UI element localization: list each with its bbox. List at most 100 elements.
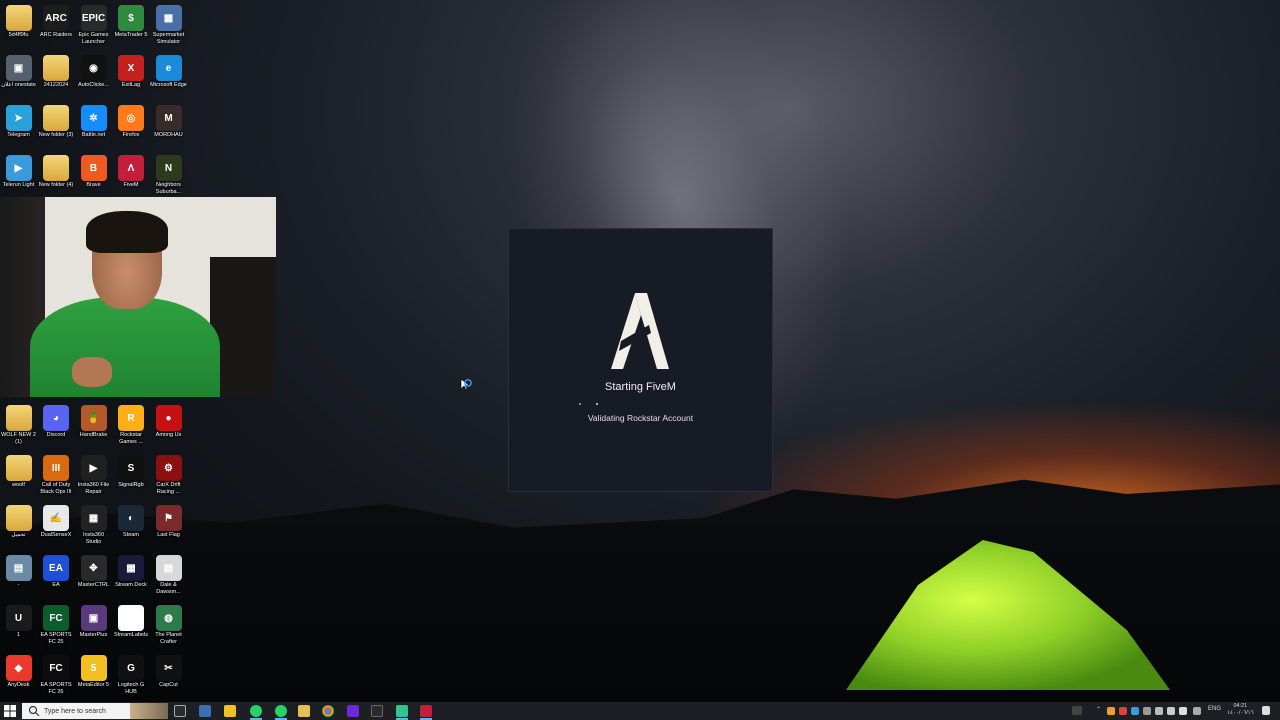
tray-chevron-up-icon[interactable]: ⌃ xyxy=(1096,706,1101,713)
app-icon: ✂ xyxy=(155,655,182,681)
search-placeholder: Type here to search xyxy=(44,707,106,715)
app-icon: ⚑ xyxy=(155,505,182,531)
desktop-icon-ea[interactable]: EA EA xyxy=(38,555,75,589)
taskbar-streamlabs-icon[interactable] xyxy=(396,705,408,717)
tray-volume-icon[interactable] xyxy=(1179,707,1187,715)
app-icon: FC xyxy=(43,655,69,681)
desktop-icon-supermarket-simulator[interactable]: ▦ Supermarket Simulator xyxy=(150,5,187,46)
tray-app-icon[interactable] xyxy=(1107,707,1115,715)
app-icon: ◕ xyxy=(43,405,69,431)
desktop-icon-signalrgb[interactable]: S SignalRgb xyxy=(113,455,150,489)
desktop-icon-item[interactable]: ﺗﺤﻤﻴﻞ xyxy=(0,505,37,539)
taskbar-stream-app-icon[interactable] xyxy=(347,705,359,717)
app-icon: ▢ xyxy=(118,605,144,631)
desktop-icon-onestate[interactable]: ▣ اعلان onestate xyxy=(0,55,37,89)
taskbar-file-explorer-icon[interactable] xyxy=(224,705,236,717)
desktop-icon-label: AnyDesk xyxy=(7,682,30,688)
app-icon: X xyxy=(118,55,144,81)
desktop-icon-brave[interactable]: B Brave xyxy=(75,155,112,189)
desktop-icon-streamlabels[interactable]: ▢ StreamLabels xyxy=(113,605,150,639)
notification-center-icon[interactable] xyxy=(1262,706,1270,715)
desktop-icon-carx-drift-racing[interactable]: ⚙ CarX Drift Racing ... xyxy=(150,455,187,496)
desktop-icon-battle-net[interactable]: ✲ Battle.net xyxy=(75,105,112,139)
app-icon: $ xyxy=(118,5,144,31)
desktop-icon-masterctrl[interactable]: ✥ MasterCTRL xyxy=(75,555,112,589)
taskbar-whatsapp-2-icon[interactable] xyxy=(275,705,287,717)
desktop-icon-rockstar-games[interactable]: R Rockstar Games ... xyxy=(113,405,150,446)
webcam-overlay xyxy=(0,197,276,397)
desktop-icon-item[interactable]: ▤ - xyxy=(0,555,37,589)
desktop-icon-metatrader-5[interactable]: $ MetaTrader 5 xyxy=(113,5,150,39)
desktop-icon-wolf-new-2-1[interactable]: WOLF NEW 2 (1) xyxy=(0,405,37,446)
desktop-icon-label: EA xyxy=(52,582,60,588)
desktop-icon-woolf[interactable]: woolf xyxy=(0,455,37,489)
desktop-icon-discord[interactable]: ◕ Discord xyxy=(38,405,75,439)
taskbar-chrome-icon[interactable] xyxy=(322,705,334,717)
desktop-icon-5d4ff9fu[interactable]: 5d4ff9fu xyxy=(0,5,37,39)
app-icon: N xyxy=(155,155,182,181)
desktop-icon-ea-sports-fc-25[interactable]: FC EA SPORTS FC 25 xyxy=(38,605,75,646)
desktop-icon-ea-sports-fc-26[interactable]: FC EA SPORTS FC 26 xyxy=(38,655,75,696)
fivem-logo-icon xyxy=(611,293,669,369)
desktop-icon-insta360-file-repair[interactable]: ▶ Insta360 File Repair xyxy=(75,455,112,496)
desktop-icon-neighbors-suburba[interactable]: N Neighbors Suburba... xyxy=(150,155,187,196)
app-icon: ◐ xyxy=(118,505,144,531)
desktop-icon-masterplus[interactable]: ▣ MasterPlus xyxy=(75,605,112,639)
desktop-icon-24122024[interactable]: 24122024 xyxy=(38,55,75,89)
desktop-icon-dualsensex[interactable]: ✍ DualSenseX xyxy=(38,505,75,539)
tray-language[interactable]: ENG xyxy=(1208,706,1221,712)
desktop-icon-handbrake[interactable]: 🍍 HandBrake xyxy=(75,405,112,439)
taskbar-app-icon[interactable] xyxy=(371,705,383,717)
desktop-icon-epic-games-launcher[interactable]: EPIC Epic Games Launcher xyxy=(75,5,112,46)
taskbar-search-box[interactable]: Type here to search xyxy=(22,703,168,719)
desktop-icon-microsoft-edge[interactable]: e Microsoft Edge xyxy=(150,55,187,89)
desktop-icon-stream-deck[interactable]: ▦ Stream Deck xyxy=(113,555,150,589)
taskbar-folder-icon[interactable] xyxy=(298,705,310,717)
task-view-icon[interactable] xyxy=(174,705,186,717)
desktop-icon-call-of-duty-black-ops-iii[interactable]: III Call of Duty Black Ops III xyxy=(38,455,75,496)
tray-app-icon[interactable] xyxy=(1131,707,1139,715)
desktop-icon-new-folder-4[interactable]: New folder (4) xyxy=(38,155,75,189)
desktop: 5d4ff9fu ARC ARC Raiders EPIC Epic Games Lau… xyxy=(0,0,1280,702)
clock-date: ١٤٠٠/٠٦/١٦ xyxy=(1227,710,1254,716)
tray-app-icon[interactable] xyxy=(1119,707,1127,715)
tray-app-icon[interactable] xyxy=(1143,707,1151,715)
desktop-icon-telerun-light[interactable]: ▶ Telerun Light xyxy=(0,155,37,189)
desktop-icon-label: Insta360 File Repair xyxy=(77,482,110,495)
desktop-icon-dale-dawson[interactable]: ▤ Dale & Dawson... xyxy=(150,555,187,596)
tray-network-icon[interactable] xyxy=(1155,707,1163,715)
desktop-icon-anydesk[interactable]: ◆ AnyDesk xyxy=(0,655,37,689)
tray-keyboard-icon[interactable] xyxy=(1072,706,1082,715)
windows-start-icon[interactable] xyxy=(4,705,16,717)
desktop-icon-the-planet-crafter[interactable]: ◍ The Planet Crafter xyxy=(150,605,187,646)
desktop-icon-mordhau[interactable]: M MORDHAU xyxy=(150,105,187,139)
desktop-icon-insta360-studio[interactable]: ▦ Insta360 Studio xyxy=(75,505,112,546)
desktop-icon-fivem[interactable]: Λ FiveM xyxy=(113,155,150,189)
desktop-icon-label: Telerun Light xyxy=(2,182,35,188)
desktop-icon-firefox[interactable]: ◎ Firefox xyxy=(113,105,150,139)
desktop-icon-exitlag[interactable]: X ExitLag xyxy=(113,55,150,89)
desktop-icon-last-flag[interactable]: ⚑ Last Flag xyxy=(150,505,187,539)
taskbar-app-calculator-icon[interactable] xyxy=(199,705,211,717)
desktop-icon-arc-raiders[interactable]: ARC ARC Raiders xyxy=(38,5,75,39)
tray-clock[interactable]: 04:21 ١٤٠٠/٠٦/١٦ xyxy=(1227,703,1254,717)
desktop-icon-label: اعلان onestate xyxy=(1,82,36,88)
desktop-icon-label: Discord xyxy=(46,432,66,438)
tray-wifi-icon[interactable] xyxy=(1167,707,1175,715)
desktop-icon-autoclicke[interactable]: ◉ AutoClicke... xyxy=(75,55,112,89)
search-icon xyxy=(28,705,40,717)
desktop-icon-1[interactable]: U1 xyxy=(0,605,37,639)
tray-app-icon[interactable] xyxy=(1193,707,1201,715)
desktop-icon-among-us[interactable]: ● Among Us xyxy=(150,405,187,439)
desktop-icon-capcut[interactable]: ✂ CapCut xyxy=(150,655,187,689)
desktop-icon-label: CarX Drift Racing ... xyxy=(156,482,181,495)
desktop-icon-telegram[interactable]: ➤ Telegram xyxy=(0,105,37,139)
desktop-icon-logitech-g-hub[interactable]: G Logitech G HUB xyxy=(113,655,150,696)
app-icon: ◍ xyxy=(155,605,182,631)
app-icon: ● xyxy=(155,405,182,431)
desktop-icon-metaeditor-5[interactable]: 5 MetaEditor 5 xyxy=(75,655,112,689)
desktop-icon-steam[interactable]: ◐ Steam xyxy=(113,505,150,539)
desktop-icon-new-folder-3[interactable]: New folder (3) xyxy=(38,105,75,139)
taskbar-fivem-icon[interactable] xyxy=(420,705,432,717)
taskbar-whatsapp-icon[interactable] xyxy=(250,705,262,717)
